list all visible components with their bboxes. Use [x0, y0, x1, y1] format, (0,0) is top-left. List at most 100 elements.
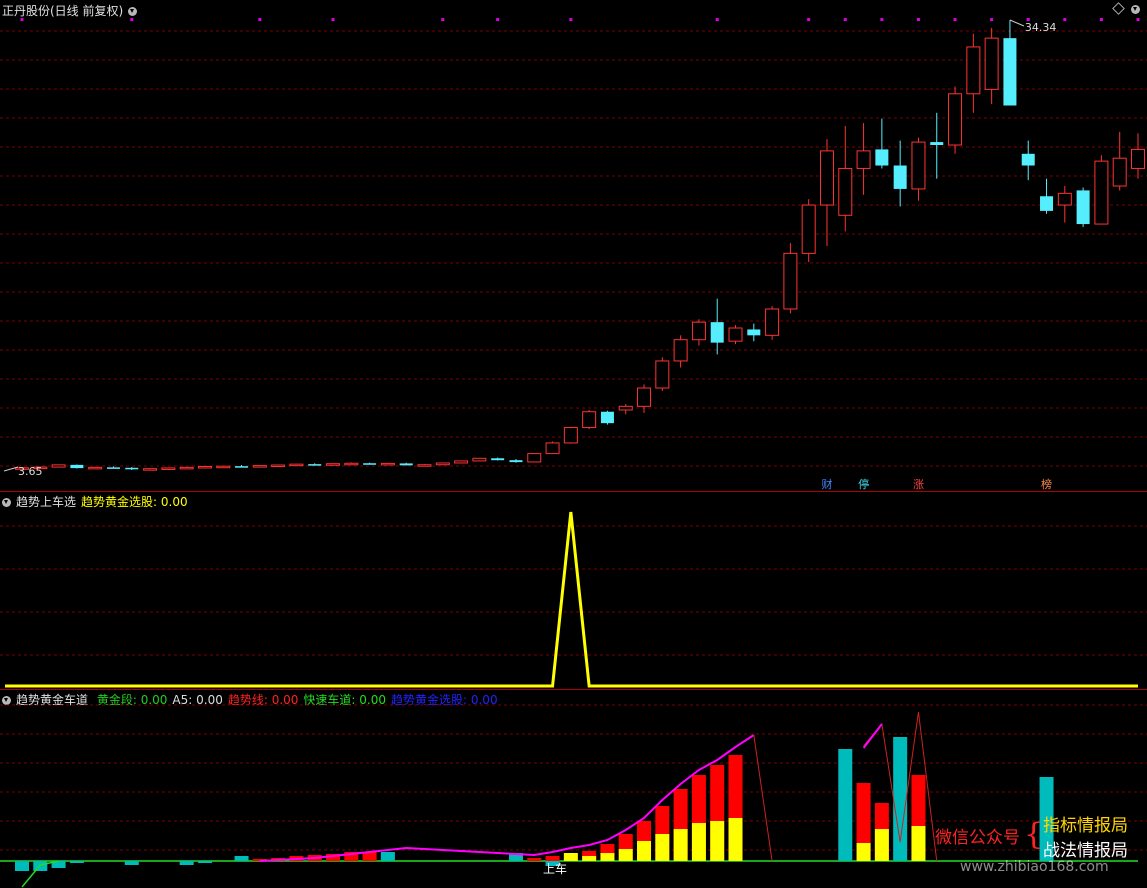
event-marker	[20, 18, 24, 21]
candle-body	[563, 427, 578, 444]
event-marker	[807, 18, 811, 21]
event-marker	[331, 18, 335, 21]
candle-body	[399, 463, 413, 466]
trend-drop	[753, 734, 773, 862]
event-marker	[880, 18, 884, 21]
gold-yellow-bar	[874, 829, 889, 861]
candle-body	[161, 467, 176, 470]
candle-body	[88, 466, 103, 470]
candle-body	[1076, 190, 1090, 225]
main-panel[interactable]: 正丹股份(日线 前复权) 34.34 3.65 财停涨榜	[0, 0, 1147, 492]
candle-body	[106, 467, 120, 469]
candle-body	[435, 462, 450, 466]
candle-body	[875, 149, 889, 166]
gold-signal-line	[5, 511, 1138, 688]
gold-yellow-bar	[728, 818, 743, 861]
event-marker	[258, 18, 262, 21]
event-marker	[1099, 18, 1103, 21]
signal-line-chart[interactable]	[0, 492, 1147, 690]
event-marker	[496, 18, 500, 21]
candle-body	[1057, 192, 1072, 206]
candle-body	[125, 467, 139, 470]
event-marker	[990, 18, 994, 21]
candle-body	[527, 453, 542, 463]
candle-body	[765, 308, 780, 336]
event-marker	[1136, 18, 1140, 21]
high-label: 34.34	[1025, 21, 1057, 34]
teal-bar	[234, 856, 249, 861]
teal-bar	[124, 861, 139, 865]
teal-bar	[15, 861, 29, 871]
candlestick-chart[interactable]: 34.34 3.65	[0, 0, 1147, 492]
candle-body	[491, 458, 505, 461]
candle-body	[51, 464, 66, 468]
teal-bar	[380, 852, 395, 861]
candle-body	[417, 464, 432, 467]
teal-bar	[179, 861, 194, 865]
sub-panel-2[interactable]: 趋势黄金车道 黄金段: 0.00 A5: 0.00 趋势线: 0.00 快速车道: 0…	[0, 690, 1147, 888]
event-tag[interactable]: 榜	[1040, 478, 1054, 491]
candle-body	[143, 468, 158, 471]
candle-body	[472, 457, 487, 462]
candle-body	[984, 37, 999, 90]
trend-red-bar	[527, 858, 542, 861]
event-marker	[953, 18, 957, 21]
candle-body	[70, 464, 84, 469]
candle-body	[252, 465, 267, 468]
candle-body	[545, 442, 560, 455]
teal-bar	[838, 749, 853, 861]
candle-body	[747, 329, 761, 336]
watermark-url: www.zhibiao168.com	[960, 859, 1109, 875]
candle-body	[838, 167, 853, 216]
event-marker	[916, 18, 920, 21]
event-tag[interactable]: 停	[857, 478, 871, 491]
event-tag[interactable]: 财	[820, 478, 834, 491]
signal-label: 上车	[543, 862, 568, 876]
candle-body	[655, 360, 670, 389]
candle-body	[930, 142, 944, 146]
gold-yellow-bar	[856, 843, 871, 861]
candle-body	[308, 464, 322, 466]
teal-bar	[893, 737, 908, 861]
candle-body	[289, 463, 304, 467]
candle-body	[1003, 38, 1017, 106]
watermark-line1: 指标情报局	[1043, 816, 1128, 836]
candle-body	[911, 141, 926, 190]
event-marker	[130, 18, 134, 21]
event-tag[interactable]: 涨	[911, 478, 925, 491]
candle-body	[454, 460, 469, 464]
candle-body	[216, 465, 231, 469]
event-marker	[1063, 18, 1067, 21]
candle-body	[801, 204, 816, 254]
candle-body	[509, 460, 523, 463]
watermark-wechat: 微信公众号	[935, 828, 1020, 848]
candle-body	[966, 46, 981, 95]
candle-body	[691, 321, 706, 341]
candle-body	[582, 411, 597, 429]
candle-body	[363, 463, 377, 465]
trend-line-3	[862, 723, 883, 749]
event-marker	[843, 18, 847, 21]
candle-body	[710, 322, 724, 343]
gold-yellow-bar	[655, 834, 670, 861]
close-icon[interactable]	[1131, 5, 1140, 14]
candle-body	[235, 466, 249, 468]
event-marker	[569, 18, 573, 21]
gold-yellow-bar	[710, 821, 725, 861]
gold-yellow-bar	[600, 853, 615, 861]
gold-yellow-bar	[673, 829, 688, 861]
candle-body	[1131, 148, 1145, 169]
candle-body	[728, 327, 743, 342]
candle-body	[380, 462, 395, 466]
gold-yellow-bar	[691, 823, 706, 861]
candle-body	[893, 165, 907, 189]
candle-body	[1021, 153, 1035, 166]
high-arrow	[1009, 19, 1025, 27]
candle-body	[1040, 196, 1054, 211]
gold-yellow-bar	[637, 841, 652, 861]
watermark-brace: {	[1024, 817, 1044, 852]
candle-body	[1112, 157, 1127, 187]
gold-yellow-bar	[911, 826, 926, 861]
sub-panel-1[interactable]: 趋势上车选 趋势黄金选股: 0.00	[0, 492, 1147, 690]
candle-body	[856, 150, 871, 169]
